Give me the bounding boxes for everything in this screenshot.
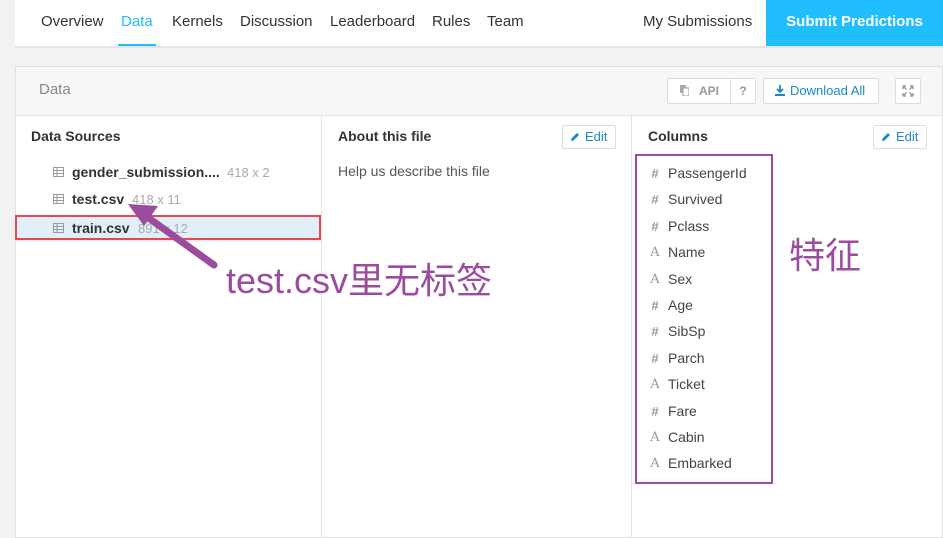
annotation-features: 特征	[789, 235, 862, 276]
annotation-test-no-label: test.csv里无标签	[226, 260, 493, 301]
